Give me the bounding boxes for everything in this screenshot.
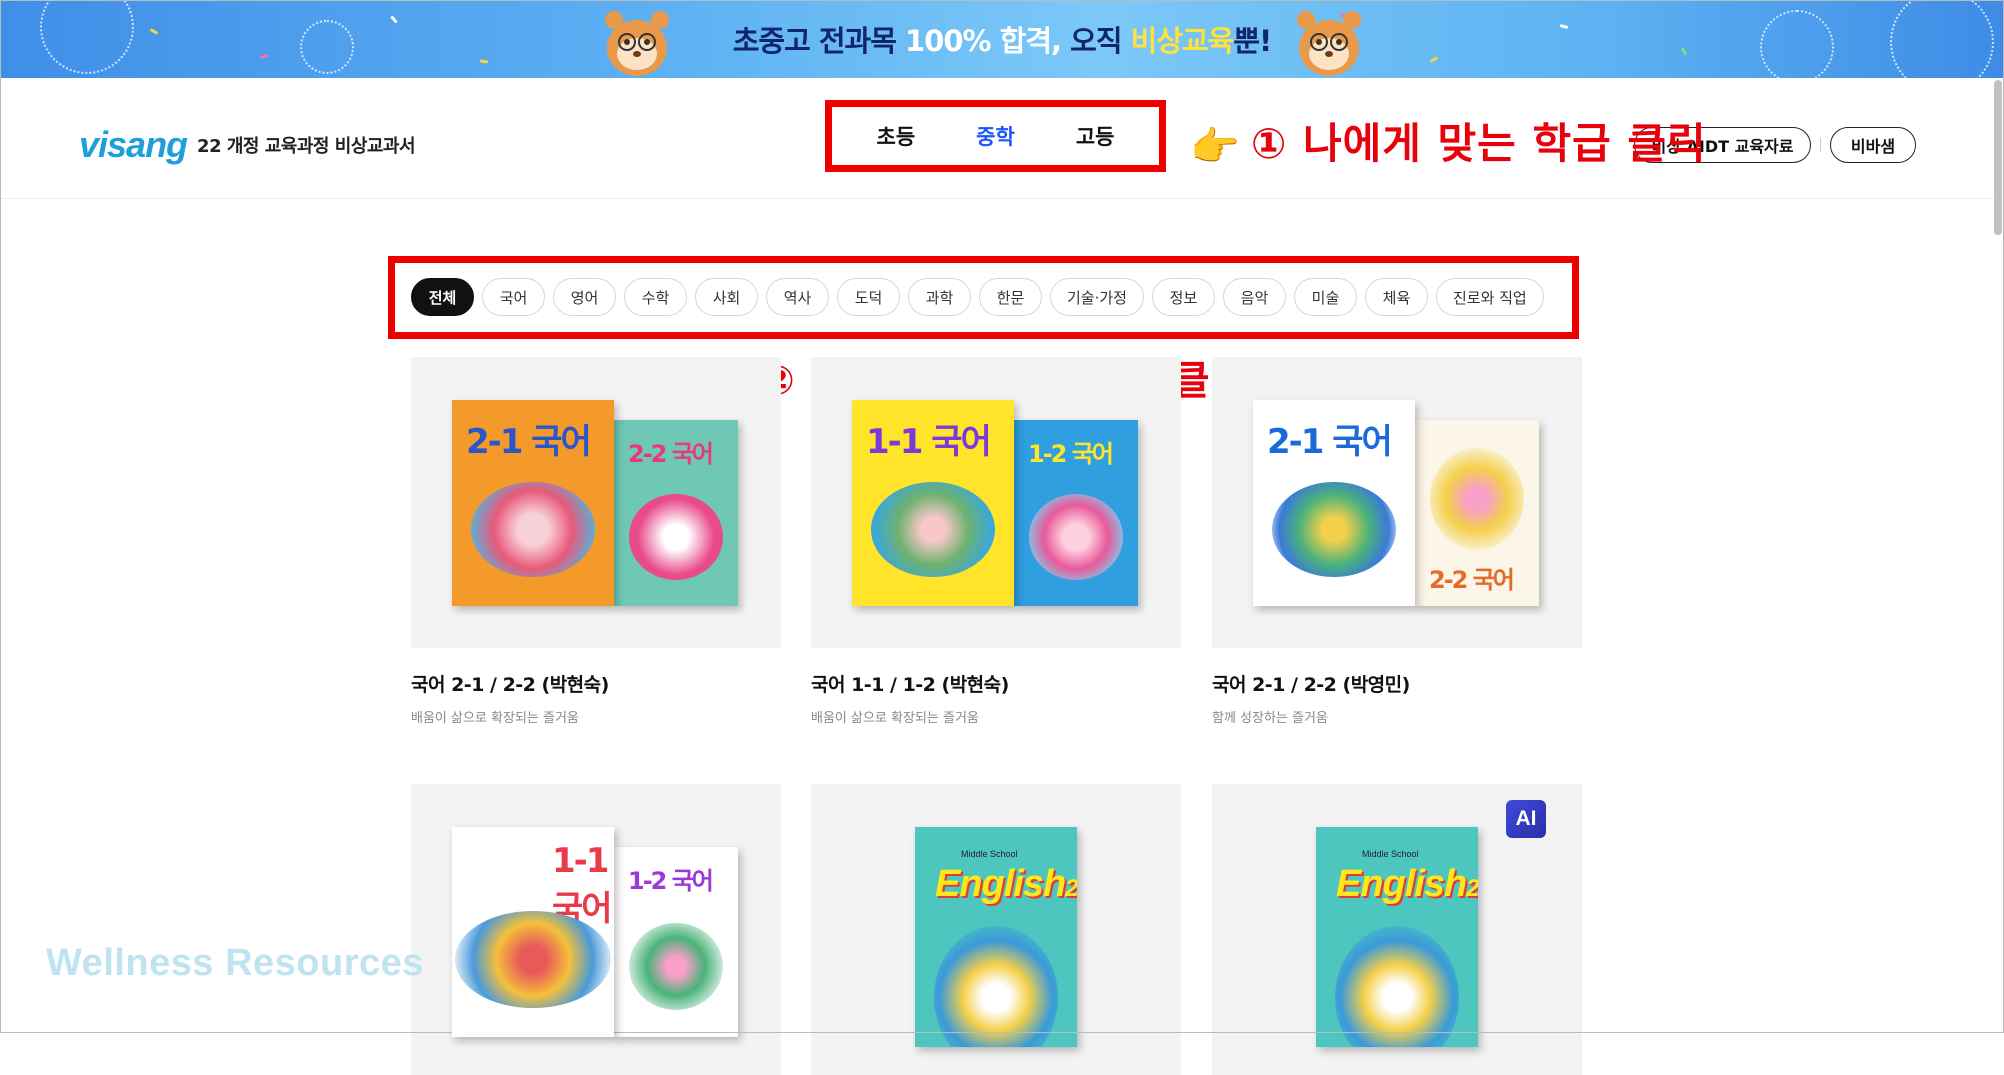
book-cover: 1-1 국어 — [452, 827, 614, 1037]
book-cover: 1-2 국어 — [1014, 420, 1138, 606]
textbook-card[interactable]: 1-1 국어 1-2 국어 — [411, 784, 781, 1075]
chip-science[interactable]: 과학 — [908, 278, 971, 316]
logo-wordmark: visang — [79, 124, 188, 165]
banner-highlight-2: 비상교육 — [1130, 24, 1235, 58]
site-header: visang 22 개정 교육과정 비상교과서 초등 중학 고등 비상 AIDT… — [0, 78, 2004, 199]
banner-text-2: 오직 — [1061, 24, 1131, 58]
chip-all[interactable]: 전체 — [411, 278, 474, 316]
book-cover: 2-1 국어 — [1253, 400, 1415, 606]
scrollbar[interactable] — [1994, 80, 2002, 235]
book-cover: Middle School English2 — [915, 827, 1077, 1047]
tab-high-school[interactable]: 고등 — [1076, 121, 1115, 151]
annotation-step1: 👉 ① 나에게 맞는 학급 클릭 — [1190, 110, 1707, 171]
textbook-thumbnail[interactable]: Middle School English2 — [811, 784, 1181, 1075]
chip-math[interactable]: 수학 — [624, 278, 687, 316]
chip-english[interactable]: 영어 — [553, 278, 616, 316]
watermark: Wellness Resources — [46, 942, 424, 984]
book-cover-label: 2-1 국어 — [466, 422, 592, 462]
tab-elementary[interactable]: 초등 — [877, 121, 916, 151]
card-title[interactable]: 국어 2-1 / 2-2 (박현숙) — [411, 670, 781, 697]
book-cover: 2-2 국어 — [1415, 420, 1539, 606]
chip-career[interactable]: 진로와 직업 — [1435, 278, 1544, 316]
textbook-thumbnail[interactable]: 1-1 국어 1-2 국어 — [411, 784, 781, 1075]
book-cover-label: 2-2 국어 — [628, 440, 714, 468]
logo-subtitle: 22 개정 교육과정 비상교과서 — [197, 136, 416, 157]
book-cover: 2-1 국어 — [452, 400, 614, 606]
chip-korean[interactable]: 국어 — [482, 278, 545, 316]
textbook-card[interactable]: 2-1 국어 2-2 국어 국어 2-1 / 2-2 (박현숙) 배움이 삶으로… — [411, 357, 781, 726]
book-cover-label: 1-2 국어 — [1028, 440, 1114, 468]
book-cover: 1-1 국어 — [852, 400, 1014, 606]
subject-filter: 전체 국어 영어 수학 사회 역사 도덕 과학 한문 기술·가정 정보 음악 미… — [411, 278, 1544, 316]
textbook-thumbnail[interactable]: 2-1 국어 2-2 국어 — [411, 357, 781, 648]
banner-text-1: 초중고 전과목 — [732, 24, 905, 58]
banner-text-3: 뿐! — [1233, 24, 1272, 58]
book-cover-label: 1-1 국어 — [866, 422, 992, 462]
chip-ethics[interactable]: 도덕 — [837, 278, 900, 316]
tab-middle-school[interactable]: 중학 — [976, 121, 1015, 151]
chip-music[interactable]: 음악 — [1222, 278, 1286, 316]
card-title[interactable]: 국어 1-1 / 1-2 (박현숙) — [811, 670, 1181, 697]
annotation-step1-number: ① — [1250, 119, 1288, 168]
book-cover: 1-2 국어 — [614, 847, 738, 1037]
book-cover-subtitle: Middle School — [1362, 849, 1419, 859]
book-cover-label: 1-2 국어 — [628, 867, 714, 895]
chip-informatics[interactable]: 정보 — [1151, 278, 1215, 316]
book-cover-label: 2-1 국어 — [1267, 422, 1393, 462]
chip-history[interactable]: 역사 — [766, 278, 829, 316]
ai-badge: AI — [1506, 800, 1546, 838]
book-cover-title: English2 — [1336, 863, 1478, 906]
textbook-thumbnail[interactable]: 2-1 국어 2-2 국어 — [1212, 357, 1582, 648]
logo[interactable]: visang 22 개정 교육과정 비상교과서 — [79, 124, 416, 166]
chip-pe[interactable]: 체육 — [1364, 278, 1428, 316]
book-cover-label: 2-2 국어 — [1429, 566, 1515, 594]
chip-tech-home[interactable]: 기술·가정 — [1050, 278, 1144, 316]
textbook-card[interactable]: 1-1 국어 1-2 국어 국어 1-1 / 1-2 (박현숙) 배움이 삶으로… — [811, 357, 1181, 726]
chip-social[interactable]: 사회 — [695, 278, 758, 316]
chip-chinese-characters[interactable]: 한문 — [979, 278, 1042, 316]
divider — [1820, 138, 1821, 152]
book-cover-subtitle: Middle School — [961, 849, 1018, 859]
pointing-hand-icon: 👉 — [1190, 124, 1241, 170]
banner-headline: 초중고 전과목 100% 합격, 오직 비상교육뿐! — [0, 18, 2004, 60]
chip-art[interactable]: 미술 — [1293, 278, 1357, 316]
promo-banner[interactable]: 초중고 전과목 100% 합격, 오직 비상교육뿐! — [0, 0, 2004, 78]
card-description: 함께 성장하는 즐거움 — [1212, 711, 1328, 726]
book-cover-title: English2 — [935, 863, 1077, 906]
card-description: 배움이 삶으로 확장되는 즐거움 — [411, 711, 579, 726]
book-title-number: 2 — [1065, 875, 1077, 902]
annotation-step1-text: 나에게 맞는 학급 클릭 — [1303, 119, 1707, 168]
card-title[interactable]: 국어 2-1 / 2-2 (박영민) — [1212, 670, 1582, 697]
book-title-word: English — [935, 863, 1066, 905]
textbook-card[interactable]: 2-1 국어 2-2 국어 국어 2-1 / 2-2 (박영민) 함께 성장하는… — [1212, 357, 1582, 726]
book-title-word: English — [1336, 863, 1467, 905]
level-tabs-highlight: 초등 중학 고등 — [825, 100, 1166, 172]
book-cover: 2-2 국어 — [614, 420, 738, 606]
banner-highlight-1: 100% 합격, — [905, 24, 1062, 58]
card-description: 배움이 삶으로 확장되는 즐거움 — [811, 711, 979, 726]
bibasam-button[interactable]: 비바샘 — [1830, 127, 1916, 163]
textbook-card[interactable]: Middle School English2 — [811, 784, 1181, 1075]
book-title-number: 2 — [1466, 875, 1478, 902]
book-cover: Middle School English2 — [1316, 827, 1478, 1047]
textbook-thumbnail[interactable]: 1-1 국어 1-2 국어 — [811, 357, 1181, 648]
